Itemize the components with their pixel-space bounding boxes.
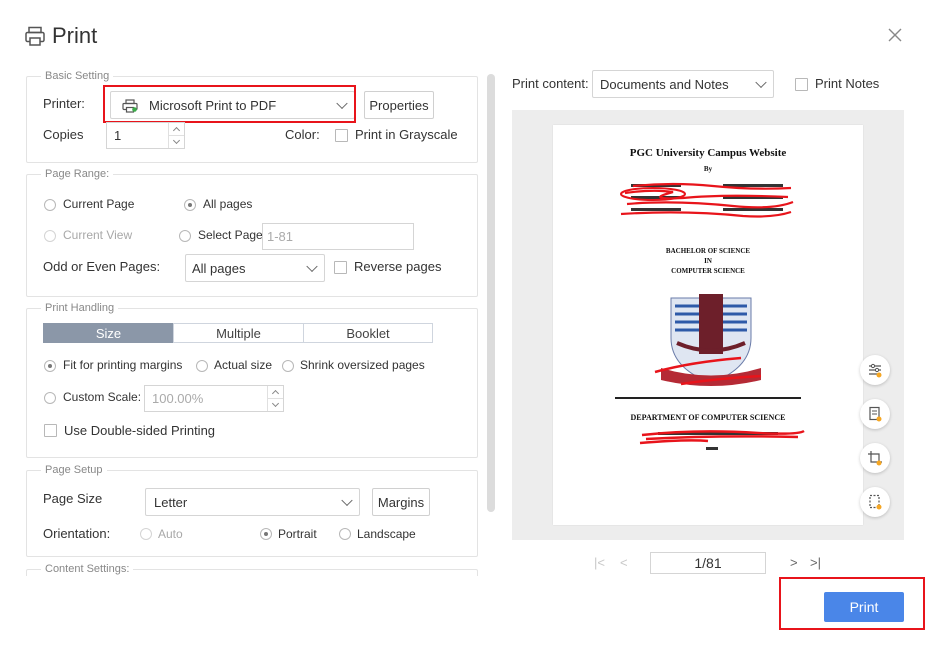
reverse-pages-label: Reverse pages	[354, 259, 442, 274]
fit-margins-label: Fit for printing margins	[63, 358, 183, 372]
page-size-value: Letter	[154, 494, 188, 510]
tab-size[interactable]: Size	[43, 323, 174, 343]
redacted-authors-scribble	[620, 182, 794, 218]
current-page-label: Current Page	[63, 197, 135, 211]
odd-even-label: Odd or Even Pages:	[43, 259, 161, 274]
basic-setting-label: Basic Setting	[41, 69, 114, 83]
select-page-radio[interactable]	[179, 230, 191, 242]
page-size-select[interactable]: Letter	[145, 488, 360, 516]
select-page-placeholder: 1-81	[267, 229, 294, 244]
orientation-auto-label: Auto	[158, 527, 183, 541]
page-select-icon	[869, 494, 882, 510]
doc-degree-line-2: IN	[704, 257, 712, 265]
university-logo	[654, 294, 762, 386]
document-icon	[869, 406, 882, 422]
page-setup-label: Page Setup	[41, 463, 107, 477]
shrink-oversized-radio[interactable]	[282, 360, 294, 372]
odd-even-select[interactable]: All pages	[185, 254, 325, 282]
copies-value: 1	[114, 128, 122, 143]
grayscale-label: Print in Grayscale	[355, 127, 458, 142]
next-page-icon[interactable]: >	[790, 555, 798, 570]
dialog-title-bar: Print	[24, 20, 97, 52]
custom-scale-radio[interactable]	[44, 392, 56, 404]
prev-page-icon[interactable]: <	[620, 555, 628, 570]
orientation-landscape-label: Landscape	[357, 527, 416, 541]
grayscale-checkbox[interactable]	[335, 129, 348, 142]
actual-size-label: Actual size	[214, 358, 273, 372]
current-page-radio[interactable]	[44, 199, 56, 211]
orientation-portrait-label: Portrait	[278, 527, 317, 541]
doc-department: DEPARTMENT OF COMPUTER SCIENCE	[630, 413, 786, 422]
copies-label: Copies	[43, 127, 84, 142]
preview-document-tool[interactable]	[860, 399, 890, 429]
page-size-label: Page Size	[43, 491, 103, 506]
doc-degree-line-1: BACHELOR OF SCIENCE	[665, 247, 751, 255]
print-content-select[interactable]: Documents and Notes	[592, 70, 774, 98]
select-page-label: Select Page:	[198, 228, 267, 242]
preview-page: PGC University Campus Website By BACHELO…	[553, 125, 863, 525]
dialog-title: Print	[52, 23, 98, 48]
tab-multiple[interactable]: Multiple	[173, 323, 304, 343]
current-view-label: Current View	[63, 228, 133, 242]
custom-scale-stepper[interactable]: 100.00%	[144, 385, 284, 412]
print-handling-label: Print Handling	[41, 301, 119, 315]
custom-scale-spin-buttons[interactable]	[267, 386, 283, 411]
page-range-label: Page Range:	[41, 167, 114, 181]
custom-scale-label: Custom Scale:	[63, 390, 142, 404]
print-content-value: Documents and Notes	[600, 76, 729, 92]
all-pages-radio[interactable]	[184, 199, 196, 211]
select-page-input[interactable]: 1-81	[262, 223, 414, 250]
fit-margins-radio[interactable]	[44, 360, 56, 372]
chevron-down-icon	[341, 494, 353, 507]
close-icon[interactable]	[886, 26, 904, 44]
printer-icon	[25, 26, 45, 46]
chevron-down-icon	[755, 76, 767, 89]
page-indicator[interactable]: 1/81	[650, 552, 766, 574]
custom-scale-value: 100.00%	[152, 391, 204, 406]
orientation-label: Orientation:	[43, 526, 111, 541]
content-settings-label: Content Settings:	[41, 562, 134, 576]
print-notes-label: Print Notes	[815, 76, 880, 91]
preview-page-tool[interactable]	[860, 487, 890, 517]
doc-degree-line-3: COMPUTER SCIENCE	[671, 267, 745, 275]
double-sided-checkbox[interactable]	[44, 424, 57, 437]
color-label: Color:	[285, 127, 320, 142]
preview-settings-tool[interactable]	[860, 355, 890, 385]
current-view-radio[interactable]	[44, 230, 56, 242]
print-highlight-box	[779, 577, 925, 630]
first-page-icon[interactable]: |<	[594, 555, 605, 570]
print-notes-checkbox[interactable]	[795, 78, 808, 91]
properties-button[interactable]: Properties	[364, 91, 434, 119]
orientation-portrait-radio[interactable]	[260, 528, 272, 540]
reverse-pages-checkbox[interactable]	[334, 261, 347, 274]
double-sided-label: Use Double-sided Printing	[64, 423, 216, 438]
adjust-icon	[869, 363, 882, 378]
crop-icon	[868, 451, 882, 466]
doc-title: PGC University Campus Website	[629, 147, 787, 159]
margins-button[interactable]: Margins	[372, 488, 430, 516]
preview-crop-tool[interactable]	[860, 443, 890, 473]
all-pages-label: All pages	[203, 197, 253, 211]
doc-by: By	[703, 165, 713, 173]
printer-label: Printer:	[43, 96, 85, 111]
printer-highlight-box	[103, 85, 356, 123]
copies-spin-buttons[interactable]	[168, 123, 184, 148]
tab-booklet[interactable]: Booklet	[303, 323, 433, 343]
last-page-icon[interactable]: >|	[810, 555, 821, 570]
copies-stepper[interactable]: 1	[106, 122, 185, 149]
orientation-landscape-radio[interactable]	[339, 528, 351, 540]
odd-even-value: All pages	[192, 260, 246, 276]
orientation-auto-radio[interactable]	[140, 528, 152, 540]
print-content-label: Print content:	[512, 76, 589, 91]
settings-scrollbar[interactable]	[487, 74, 495, 512]
redacted-footer-scribble	[639, 429, 805, 450]
chevron-down-icon	[306, 260, 318, 273]
shrink-oversized-label: Shrink oversized pages	[300, 358, 425, 372]
actual-size-radio[interactable]	[196, 360, 208, 372]
